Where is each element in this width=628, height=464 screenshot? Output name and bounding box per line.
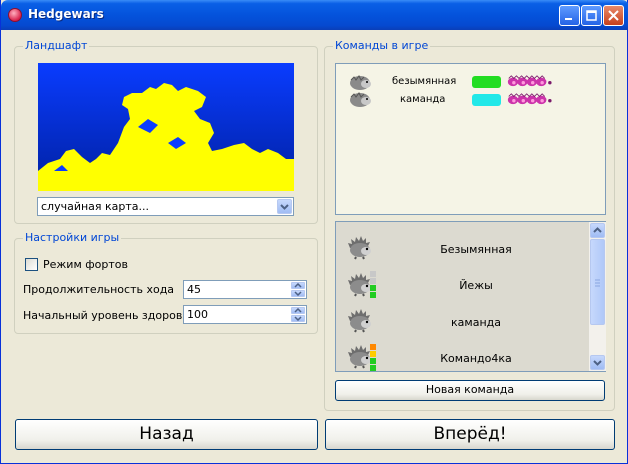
close-button[interactable]: [603, 5, 624, 26]
team-name: каманда: [400, 94, 446, 105]
available-teams-list: Безымянная Йежы каманда Командо4ка: [335, 221, 606, 372]
hedgehog-icon: [350, 92, 371, 107]
turn-time-value: 45: [187, 283, 201, 296]
hedgehog-icon: [350, 75, 371, 90]
landscape-group-title: Ландшафт: [23, 39, 90, 52]
close-icon: [608, 10, 619, 21]
chevron-up-icon: [593, 227, 602, 233]
teams-list-scrollbar[interactable]: [589, 222, 606, 371]
window-title: Hedgewars: [28, 7, 104, 21]
map-select[interactable]: случайная карта...: [37, 197, 294, 216]
map-terrain-image: [38, 83, 294, 191]
main-window: Hedgewars Ландшафт случайная карта... На…: [0, 0, 628, 464]
hedgehog-icon: [348, 309, 371, 333]
list-item[interactable]: каманда: [376, 316, 576, 329]
maximize-button[interactable]: [581, 5, 602, 26]
map-select-value: случайная карта...: [41, 200, 150, 213]
grip-icon: [595, 279, 600, 287]
forts-mode-checkbox[interactable]: [25, 258, 38, 271]
team-color-chip[interactable]: [472, 94, 501, 106]
hedgehog-icon: [348, 236, 371, 260]
team-color-chip[interactable]: [472, 76, 501, 88]
list-item[interactable]: Безымянная: [376, 243, 576, 256]
chevron-down-icon: [593, 360, 602, 366]
hedgehog-app-icon: [8, 8, 22, 22]
scroll-up-button[interactable]: [590, 223, 605, 238]
hedgehog-count-icon[interactable]: [503, 93, 559, 105]
spin-up-icon[interactable]: [291, 282, 305, 289]
forts-mode-label: Режим фортов: [43, 258, 128, 271]
hedgehog-count-icon[interactable]: [503, 75, 559, 87]
list-item[interactable]: Командо4ка: [376, 352, 576, 365]
map-preview[interactable]: [38, 63, 294, 191]
minimize-button[interactable]: [559, 5, 580, 26]
teams-in-game-list: безымянная каманда: [335, 63, 606, 215]
minimize-icon: [565, 18, 572, 20]
initial-health-value: 100: [187, 308, 208, 321]
spin-down-icon[interactable]: [291, 315, 305, 322]
teams-in-game-group-title: Команды в игре: [333, 39, 431, 52]
team-name: безымянная: [392, 76, 457, 87]
initial-health-label: Начальный уровень здоровья: [23, 309, 196, 322]
new-team-button[interactable]: Новая команда: [335, 380, 605, 401]
back-button[interactable]: Назад: [15, 419, 318, 450]
chevron-down-icon[interactable]: [277, 199, 292, 214]
turn-time-spinbox[interactable]: 45: [183, 280, 307, 299]
maximize-icon: [586, 10, 597, 21]
title-bar[interactable]: Hedgewars: [1, 0, 628, 30]
forward-button[interactable]: Вперёд!: [325, 419, 615, 450]
spin-down-icon[interactable]: [291, 290, 305, 297]
initial-health-spinbox[interactable]: 100: [183, 305, 307, 324]
spin-up-icon[interactable]: [291, 307, 305, 314]
list-item[interactable]: Йежы: [376, 279, 576, 292]
scroll-down-button[interactable]: [590, 355, 605, 370]
turn-time-label: Продолжительность хода: [23, 283, 175, 296]
scroll-thumb[interactable]: [590, 239, 605, 325]
game-settings-group-title: Настройки игры: [23, 231, 122, 244]
